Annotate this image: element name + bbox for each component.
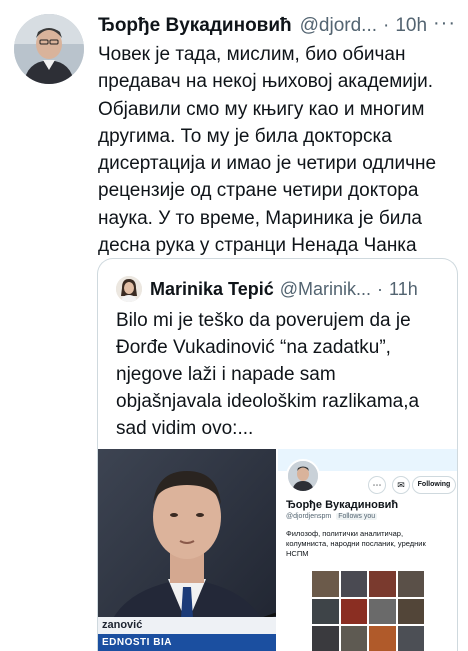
collage-tile (340, 598, 367, 625)
collage-tile (369, 571, 396, 597)
profile-avatar (286, 459, 320, 493)
more-icon[interactable]: ⋯ (368, 476, 386, 494)
collage-tile (369, 626, 396, 651)
collage-tile (397, 598, 424, 625)
profile-screenshot[interactable]: ⋯ ✉ Following Ђорђе Вукадиновић @djordje… (276, 449, 457, 651)
separator-dot: · (377, 278, 384, 299)
collage-tile (397, 626, 424, 651)
following-button[interactable]: Following (412, 476, 456, 494)
chyron-name-text: zanović (98, 617, 276, 634)
author-name[interactable]: Ђорђе Вукадиновић (98, 15, 292, 37)
collage-tile (340, 626, 367, 651)
quoted-tweet-text: Bilo mi je teško da poverujem da je Đorđ… (116, 310, 420, 439)
quoted-tweet-header: Marinika Tepić @Marinik... · 11h (116, 275, 447, 303)
collage-tile (312, 571, 339, 597)
collage-tile (397, 571, 424, 597)
profile-handle: @djordjenspm (286, 513, 332, 520)
tweet-header: Ђорђе Вукадиновић @djord... · 10h ··· (98, 12, 456, 40)
tv-chyron: zanović EDNOSTI BIA (98, 617, 276, 651)
quoted-tweet[interactable]: Marinika Tepić @Marinik... · 11h Bilo mi… (97, 258, 458, 651)
chyron-caption-text: EDNOSTI BIA (98, 634, 276, 651)
profile-media-collage (312, 571, 424, 651)
tweet-timestamp[interactable]: 10h (395, 15, 427, 37)
profile-handle-row: @djordjenspm Follows you (286, 513, 378, 520)
quoted-author-name[interactable]: Marinika Tepić (150, 279, 274, 300)
profile-bio: Филозоф, политички аналитичар, колумнист… (286, 529, 426, 558)
follows-you-badge: Follows you (336, 513, 378, 520)
author-avatar[interactable] (14, 14, 84, 84)
tv-screenshot-photo[interactable]: zanović EDNOSTI BIA (98, 449, 276, 651)
profile-action-icons: ⋯ ✉ (368, 476, 410, 494)
tweet-text: Човек је тада, мислим, био обичан предав… (98, 44, 437, 257)
more-options-icon[interactable]: ··· (433, 12, 456, 35)
quoted-author-avatar[interactable] (116, 276, 142, 302)
profile-name: Ђорђе Вукадиновић (286, 499, 399, 511)
author-handle[interactable]: @djord... (300, 15, 377, 37)
collage-tile (312, 598, 339, 625)
separator-dot: · (383, 15, 390, 36)
collage-tile (312, 626, 339, 651)
tweet[interactable]: Ђорђе Вукадиновић @djord... · 10h ··· Чо… (0, 0, 468, 651)
message-icon[interactable]: ✉ (392, 476, 410, 494)
collage-tile (369, 598, 396, 625)
quoted-tweet-media[interactable]: zanović EDNOSTI BIA ⋯ ✉ Following Ђорђе … (98, 449, 457, 651)
quoted-author-handle[interactable]: @Marinik... (280, 279, 371, 300)
collage-tile (340, 571, 367, 597)
quoted-tweet-timestamp[interactable]: 11h (389, 279, 418, 300)
